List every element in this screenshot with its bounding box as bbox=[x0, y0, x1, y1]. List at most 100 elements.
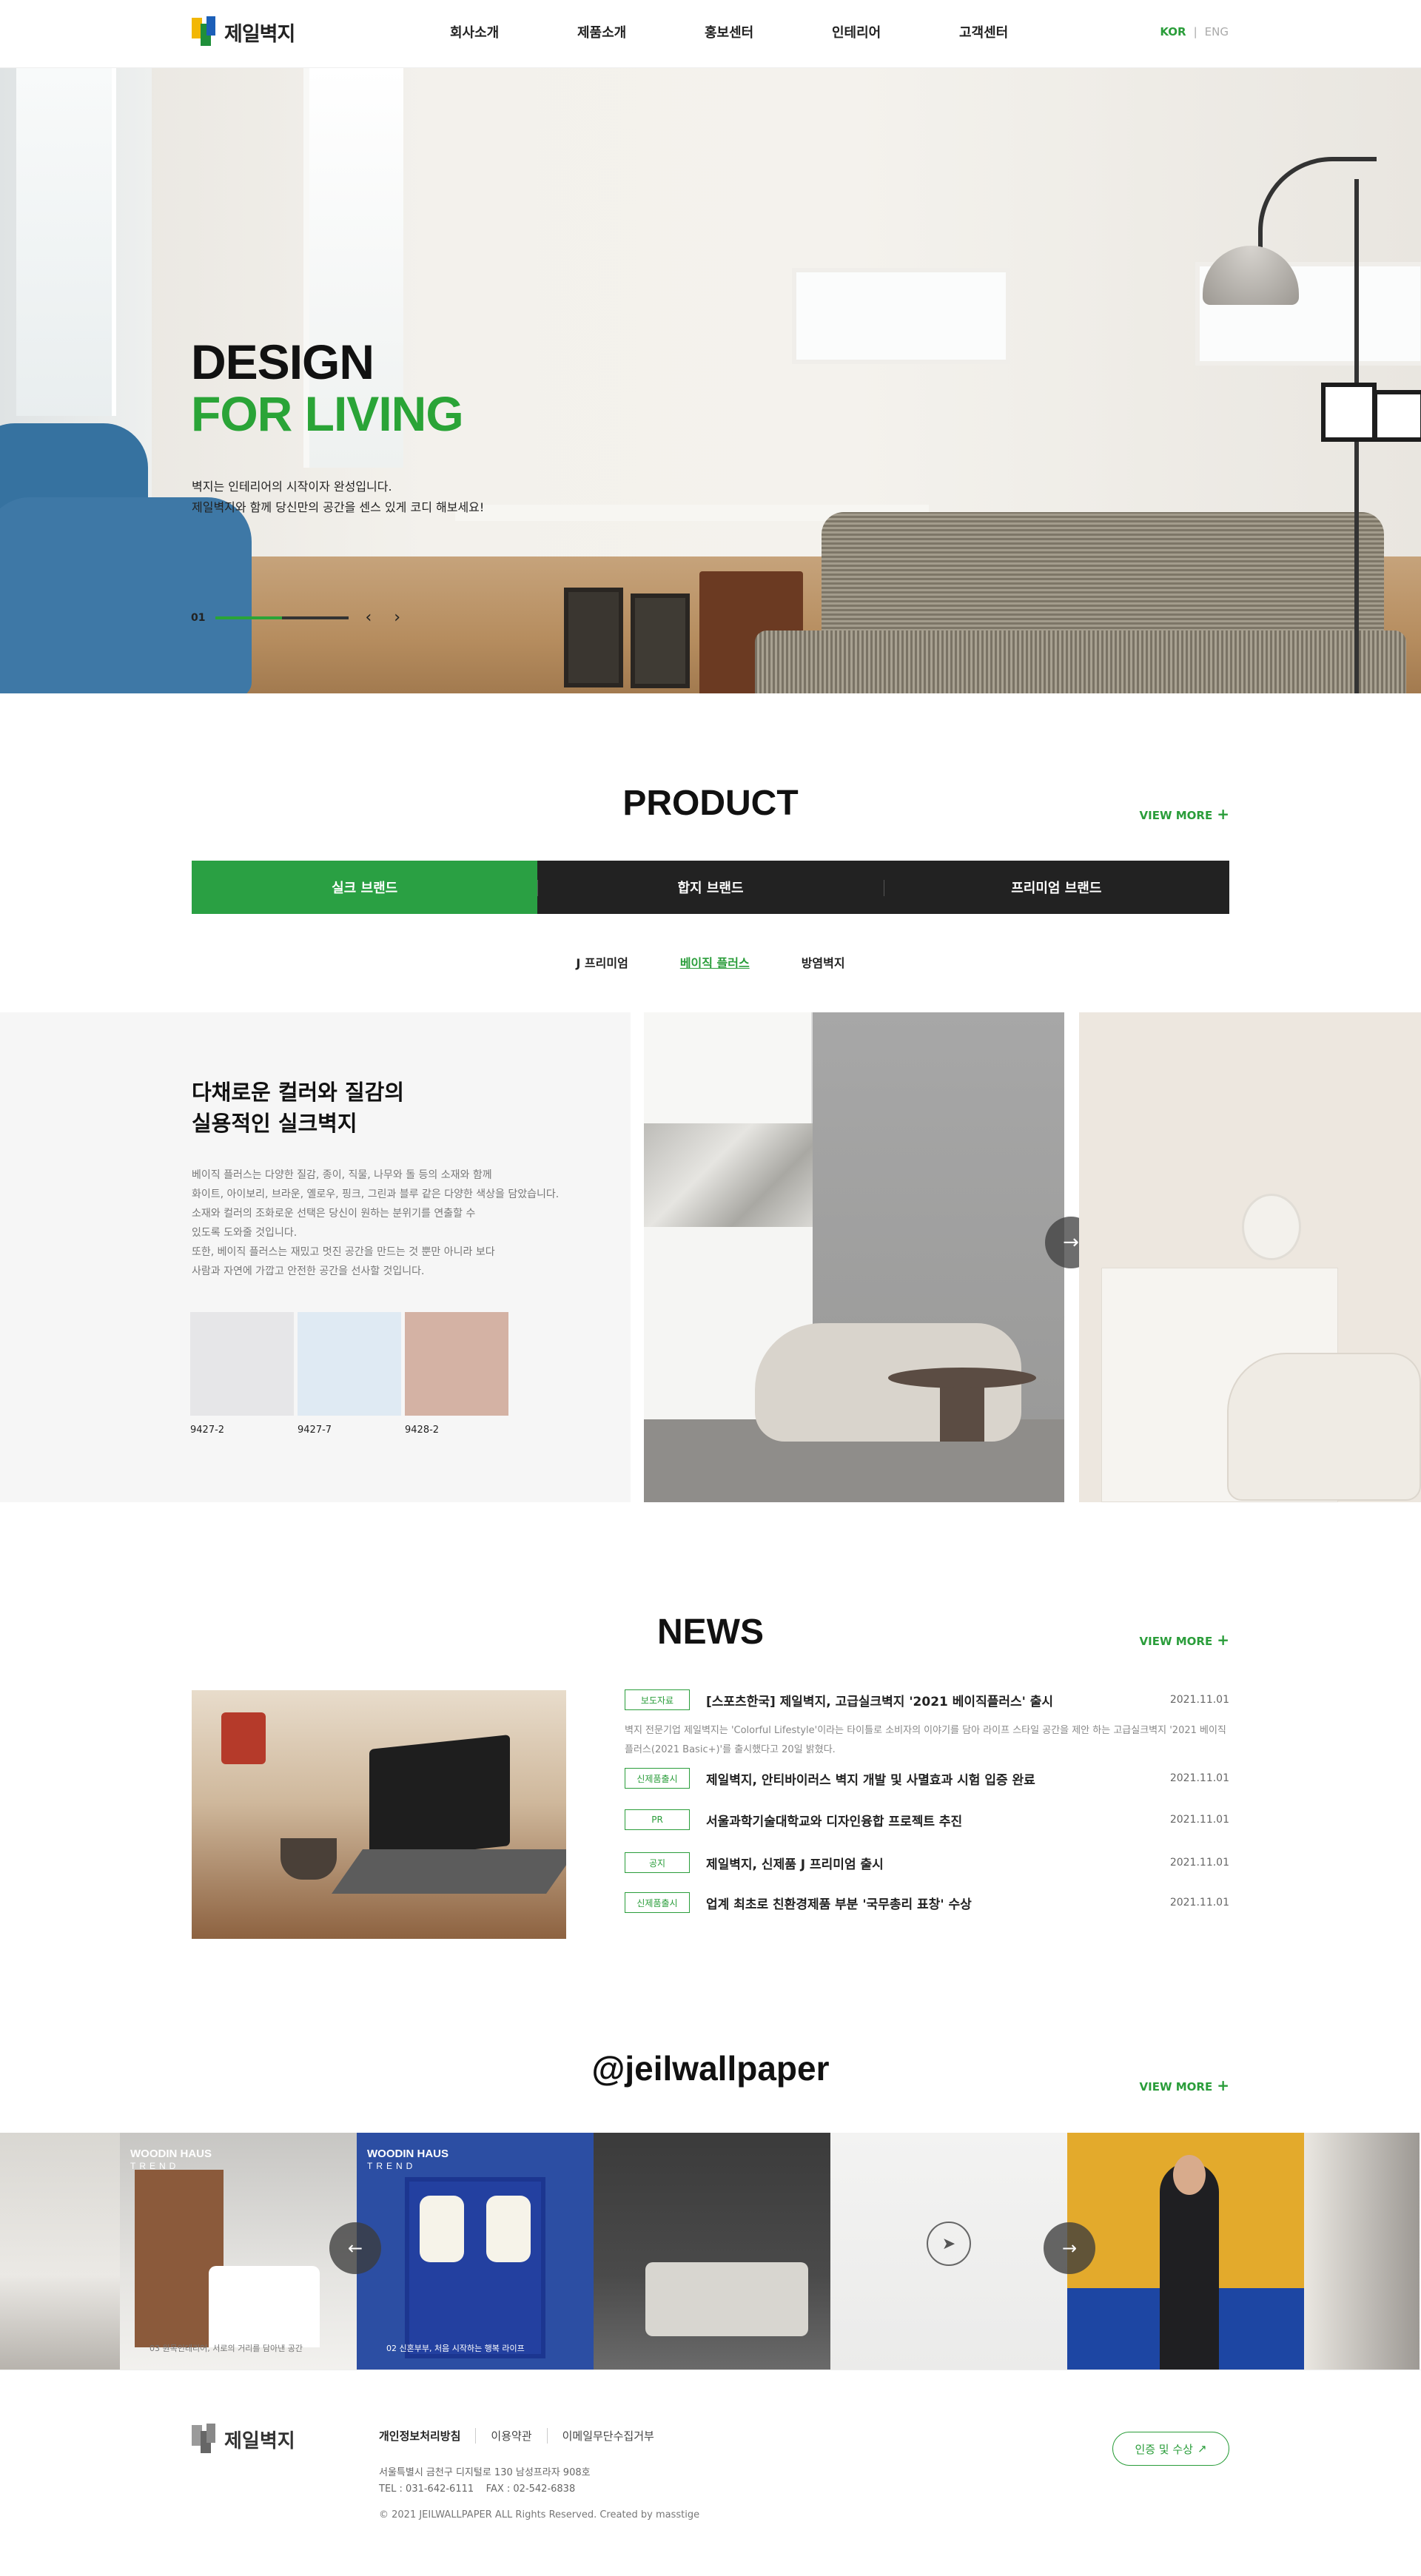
instagram-post[interactable] bbox=[1304, 2133, 1420, 2370]
hero-title-line2: FOR LIVING bbox=[191, 386, 464, 441]
certification-button[interactable]: 인증 및 수상 ↗ bbox=[1112, 2432, 1229, 2466]
instagram-post[interactable] bbox=[0, 2133, 120, 2370]
hero-bg-picture bbox=[1321, 383, 1377, 442]
news-item[interactable]: PR 서울과학기술대학교와 디자인융합 프로젝트 추진 2021.11.01 bbox=[625, 1809, 1229, 1831]
swatch-labels: 9427-2 9427-7 9428-2 bbox=[190, 1425, 508, 1436]
brand-tabs: 실크 브랜드 합지 브랜드 프리미엄 브랜드 bbox=[192, 861, 1229, 914]
hero-desc-line2: 제일벽지와 함께 당신만의 공간을 센스 있게 코디 해보세요! bbox=[192, 500, 485, 514]
plus-icon: + bbox=[1217, 2076, 1229, 2094]
nav-item-pr[interactable]: 홍보센터 bbox=[705, 22, 832, 41]
chevron-left-icon[interactable]: ‹ bbox=[359, 608, 377, 627]
news-img-keyboard bbox=[331, 1849, 566, 1894]
hero-title-line1: DESIGN bbox=[191, 334, 374, 389]
room-cabinet bbox=[644, 1012, 813, 1123]
product-room-image bbox=[644, 1012, 1064, 1502]
footer-tel: TEL : 031-642-6111 bbox=[379, 2483, 474, 2495]
news-title[interactable]: 제일벽지, 안티바이러스 벽지 개발 및 사멸효과 시험 입증 완료 bbox=[706, 1769, 1170, 1788]
swatch[interactable] bbox=[298, 1312, 401, 1416]
link-email-refusal[interactable]: 이메일무단수집거부 bbox=[546, 2428, 669, 2444]
arrow-left-icon[interactable]: ← bbox=[329, 2222, 381, 2274]
nav-item-company[interactable]: 회사소개 bbox=[450, 22, 577, 41]
swatch-list bbox=[190, 1312, 508, 1416]
post-tag-brand: WOODIN HAUS bbox=[367, 2148, 449, 2160]
product-heading-line1: 다채로운 컬러와 질감의 bbox=[192, 1080, 404, 1105]
instagram-post[interactable] bbox=[594, 2133, 830, 2370]
logo-mark-icon bbox=[192, 16, 217, 47]
instagram-post[interactable] bbox=[1067, 2133, 1304, 2370]
instagram-post[interactable]: ➤ bbox=[830, 2133, 1067, 2370]
product-desc-line: 베이직 플러스는 다양한 질감, 종이, 직물, 나무와 돌 등의 소재와 함께 bbox=[192, 1169, 492, 1181]
main-nav: 회사소개 제품소개 홍보센터 인테리어 고객센터 bbox=[450, 22, 1086, 41]
lang-eng[interactable]: ENG bbox=[1205, 25, 1229, 38]
lang-divider: | bbox=[1193, 25, 1197, 38]
tab-hapji-brand[interactable]: 합지 브랜드 bbox=[537, 861, 884, 914]
room-vase bbox=[1242, 1194, 1301, 1260]
hero-banner: DESIGN FOR LIVING 벽지는 인테리어의 시작이자 완성입니다. … bbox=[0, 68, 1421, 693]
news-title[interactable]: 업계 최초로 친환경제품 부분 '국무총리 표창' 수상 bbox=[706, 1894, 1170, 1912]
news-title[interactable]: 제일벽지, 신제품 J 프리미엄 출시 bbox=[706, 1854, 1170, 1872]
product-view-more-link[interactable]: VIEW MORE + bbox=[1140, 805, 1229, 823]
news-view-more-link[interactable]: VIEW MORE + bbox=[1140, 1631, 1229, 1649]
news-item[interactable]: 신제품출시 업계 최초로 친환경제품 부분 '국무총리 표창' 수상 2021.… bbox=[625, 1891, 1229, 1914]
lang-kor[interactable]: KOR bbox=[1160, 25, 1186, 38]
news-item[interactable]: 신제품출시 제일벽지, 안티바이러스 벽지 개발 및 사멸효과 시험 입증 완료… bbox=[625, 1767, 1229, 1789]
nav-item-support[interactable]: 고객센터 bbox=[959, 22, 1086, 41]
swatch[interactable] bbox=[190, 1312, 294, 1416]
nav-item-products[interactable]: 제품소개 bbox=[577, 22, 705, 41]
view-more-label: VIEW MORE bbox=[1139, 1635, 1213, 1648]
arrow-right-icon[interactable]: → bbox=[1044, 2222, 1095, 2274]
news-date: 2021.11.01 bbox=[1169, 1772, 1229, 1784]
news-img-laptop bbox=[369, 1735, 510, 1860]
tab-premium-brand[interactable]: 프리미엄 브랜드 bbox=[883, 861, 1229, 914]
news-title[interactable]: [스포츠한국] 제일벽지, 고급실크벽지 '2021 베이직플러스' 출시 bbox=[706, 1691, 1170, 1709]
logo[interactable]: 제일벽지 bbox=[192, 16, 295, 47]
post-img-sofa bbox=[645, 2262, 808, 2336]
news-item[interactable]: 보도자료 [스포츠한국] 제일벽지, 고급실크벽지 '2021 베이직플러스' … bbox=[625, 1689, 1229, 1711]
site-footer: 제일벽지 개인정보처리방침 이용약관 이메일무단수집거부 서울특별시 금천구 디… bbox=[0, 2370, 1421, 2576]
product-desc-line: 있도록 도와줄 것입니다. bbox=[192, 1227, 298, 1239]
hero-bg-chair bbox=[0, 497, 252, 693]
product-desc-line: 또한, 베이직 플러스는 재밌고 멋진 공간을 만드는 것 뿐만 아니라 보다 bbox=[192, 1246, 495, 1258]
plus-icon: + bbox=[1217, 805, 1229, 823]
chevron-right-icon[interactable]: › bbox=[388, 608, 406, 627]
product-desc-line: 사람과 자연에 가깝고 안전한 공간을 선사할 것입니다. bbox=[192, 1265, 425, 1277]
news-date: 2021.11.01 bbox=[1169, 1814, 1229, 1826]
hero-bg-picture bbox=[631, 593, 690, 688]
footer-company-info: 서울특별시 금천구 디지털로 130 남성프라자 908호 TEL : 031-… bbox=[379, 2465, 591, 2498]
nav-item-interior[interactable]: 인테리어 bbox=[832, 22, 959, 41]
footer-logo-text: 제일벽지 bbox=[224, 2429, 295, 2452]
footer-logo[interactable]: 제일벽지 bbox=[192, 2424, 295, 2455]
news-date: 2021.11.01 bbox=[1169, 1857, 1229, 1869]
swatch[interactable] bbox=[405, 1312, 508, 1416]
send-icon[interactable]: ➤ bbox=[927, 2222, 971, 2266]
post-img-door-window bbox=[420, 2196, 464, 2262]
subtab-fireproof[interactable]: 방염벽지 bbox=[802, 953, 845, 971]
instagram-post[interactable]: WOODIN HAUS TREND 03 원목인테리어, 서로의 거리를 담아낸 … bbox=[120, 2133, 357, 2370]
link-privacy-policy[interactable]: 개인정보처리방침 bbox=[379, 2428, 475, 2444]
subtab-basic-plus[interactable]: 베이직 플러스 bbox=[680, 953, 750, 971]
post-img-person bbox=[1173, 2155, 1206, 2195]
news-img-cup bbox=[280, 1838, 337, 1880]
news-title[interactable]: 서울과학기술대학교와 디자인융합 프로젝트 추진 bbox=[706, 1811, 1170, 1829]
footer-copyright: © 2021 JEILWALLPAPER ALL Rights Reserved… bbox=[379, 2509, 700, 2520]
news-thumbnail[interactable] bbox=[192, 1690, 566, 1939]
room-table bbox=[888, 1368, 1036, 1388]
logo-text: 제일벽지 bbox=[224, 22, 295, 46]
news-badge: 보도자료 bbox=[625, 1689, 690, 1710]
instagram-view-more-link[interactable]: VIEW MORE + bbox=[1140, 2076, 1229, 2094]
link-terms[interactable]: 이용약관 bbox=[475, 2428, 546, 2444]
language-switch: KOR | ENG bbox=[1160, 25, 1229, 38]
site-header: 제일벽지 회사소개 제품소개 홍보센터 인테리어 고객센터 KOR | ENG bbox=[0, 0, 1421, 68]
product-heading: 다채로운 컬러와 질감의 실용적인 실크벽지 bbox=[192, 1077, 404, 1139]
instagram-post[interactable]: WOODIN HAUS TREND 02 신혼부부, 처음 시작하는 행복 라이프 bbox=[357, 2133, 594, 2370]
tab-silk-brand[interactable]: 실크 브랜드 bbox=[192, 861, 538, 914]
subtab-j-premium[interactable]: J 프리미엄 bbox=[576, 953, 628, 971]
post-img-table bbox=[209, 2266, 320, 2347]
news-summary: 벽지 전문기업 제일벽지는 'Colorful Lifestyle'이라는 타이… bbox=[625, 1725, 1226, 1755]
news-item[interactable]: 공지 제일벽지, 신제품 J 프리미엄 출시 2021.11.01 bbox=[625, 1852, 1229, 1874]
slide-progress-fill bbox=[215, 616, 283, 619]
hero-title: DESIGN FOR LIVING bbox=[191, 334, 464, 441]
news-badge: 공지 bbox=[625, 1852, 690, 1873]
product-desc-line: 화이트, 아이보리, 브라운, 옐로우, 핑크, 그린과 블루 같은 다양한 색… bbox=[192, 1188, 560, 1200]
view-more-label: VIEW MORE bbox=[1139, 809, 1213, 822]
